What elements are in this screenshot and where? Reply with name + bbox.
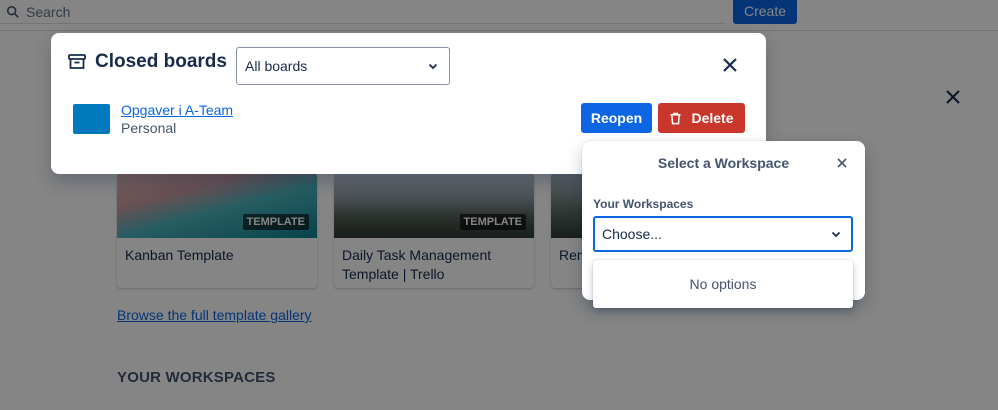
board-info: Opgaver i A-Team Personal: [121, 101, 233, 138]
delete-button[interactable]: Delete: [658, 103, 745, 133]
board-color-swatch: [73, 104, 110, 134]
delete-label: Delete: [691, 110, 734, 126]
popover-title: Select a Workspace: [657, 155, 790, 171]
reopen-button[interactable]: Reopen: [581, 103, 652, 133]
close-icon[interactable]: [719, 54, 741, 76]
board-filter-select[interactable]: All boards: [236, 47, 450, 85]
closed-board-row: Opgaver i A-Team Personal: [73, 101, 233, 138]
close-icon[interactable]: [836, 157, 848, 169]
no-options-text: No options: [689, 276, 757, 292]
board-workspace-name: Personal: [121, 120, 177, 136]
chevron-down-icon: [428, 63, 438, 70]
modal-header: Closed boards: [67, 51, 227, 73]
workspace-field-label: Your Workspaces: [593, 197, 694, 211]
workspace-options-menu: No options: [593, 260, 853, 308]
workspace-select[interactable]: Choose...: [593, 216, 853, 252]
trash-icon: [670, 112, 682, 124]
board-name-link[interactable]: Opgaver i A-Team: [121, 101, 233, 119]
archive-icon: [68, 54, 86, 69]
board-filter-value: All boards: [245, 58, 308, 74]
modal-title: Closed boards: [95, 51, 227, 72]
workspace-select-placeholder: Choose...: [602, 226, 662, 242]
chevron-down-icon: [831, 231, 841, 238]
